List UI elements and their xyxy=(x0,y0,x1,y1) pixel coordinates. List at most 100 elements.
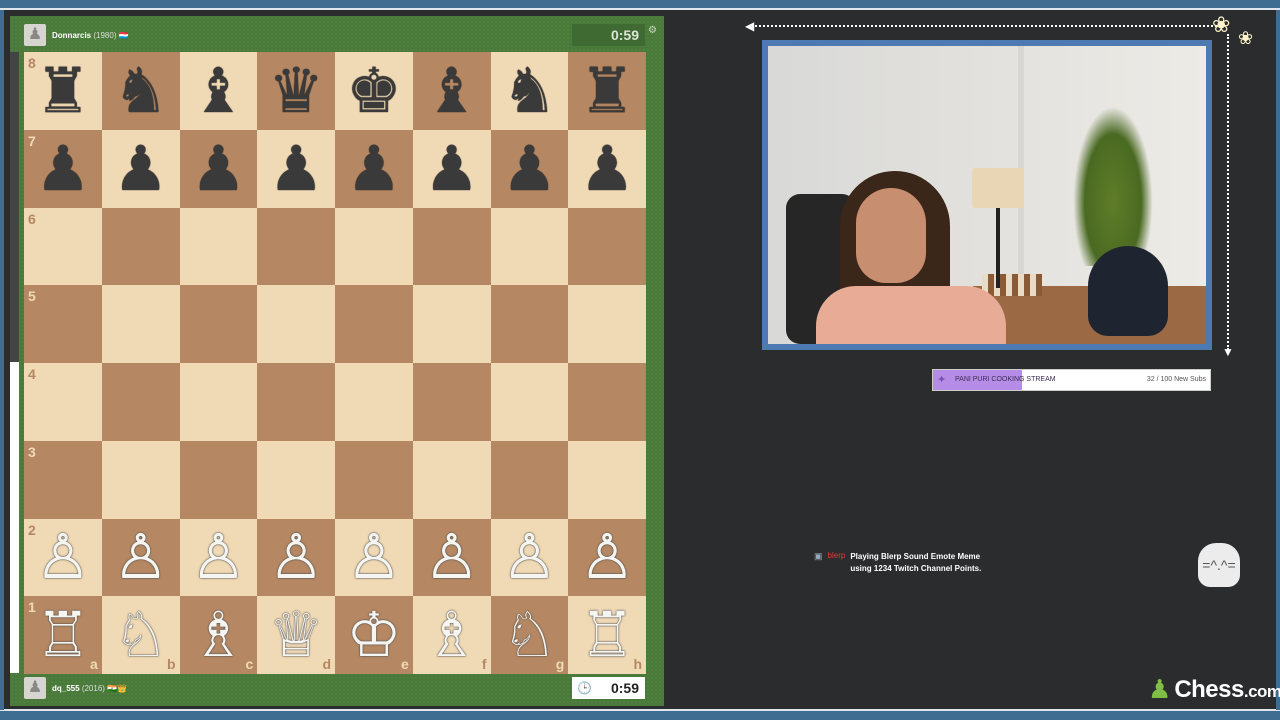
white-piece-icon[interactable]: ♙ xyxy=(268,526,324,588)
square-f3[interactable] xyxy=(412,440,491,519)
white-piece-icon[interactable]: ♙ xyxy=(346,526,402,588)
black-piece-icon[interactable]: ♛ xyxy=(268,59,324,122)
square-b8[interactable]: ♞ xyxy=(101,52,180,130)
black-piece-icon[interactable]: ♚ xyxy=(346,59,402,122)
square-a7[interactable]: 7 ♟ xyxy=(24,129,102,208)
square-d5[interactable] xyxy=(257,285,335,363)
square-d4[interactable] xyxy=(257,363,335,441)
white-piece-icon[interactable]: ♔ xyxy=(346,604,402,666)
square-b5[interactable] xyxy=(101,285,180,363)
square-f8[interactable]: ♝ xyxy=(412,52,491,130)
square-h4[interactable] xyxy=(568,363,646,441)
square-g2[interactable]: ♙ xyxy=(490,518,569,597)
square-d1[interactable]: d ♕ xyxy=(257,596,335,674)
gear-icon[interactable]: ⚙ xyxy=(648,25,657,36)
square-c6[interactable] xyxy=(179,207,258,286)
square-c2[interactable]: ♙ xyxy=(179,518,258,597)
square-f4[interactable] xyxy=(412,363,491,441)
square-g4[interactable] xyxy=(490,363,569,441)
square-f2[interactable]: ♙ xyxy=(412,518,491,597)
square-h8[interactable]: ♜ xyxy=(568,52,646,130)
white-piece-icon[interactable]: ♖ xyxy=(35,604,91,666)
white-piece-icon[interactable]: ♙ xyxy=(191,526,247,588)
white-piece-icon[interactable]: ♘ xyxy=(113,604,169,666)
square-b6[interactable] xyxy=(101,207,180,286)
pawn-avatar-icon[interactable]: ♟ xyxy=(24,677,46,699)
square-f1[interactable]: f ♗ xyxy=(412,596,491,674)
square-a3[interactable]: 3 xyxy=(24,440,102,519)
square-d2[interactable]: ♙ xyxy=(257,518,335,597)
white-piece-icon[interactable]: ♗ xyxy=(424,604,480,666)
bottom-player-name[interactable]: dq_555 (2016) 🇮🇳👑 xyxy=(52,684,127,693)
square-h1[interactable]: h ♖ xyxy=(568,596,646,674)
square-a5[interactable]: 5 xyxy=(24,285,102,363)
white-piece-icon[interactable]: ♘ xyxy=(502,604,558,666)
square-b1[interactable]: b ♘ xyxy=(101,596,180,674)
square-a8[interactable]: 8 ♜ xyxy=(24,52,102,130)
black-piece-icon[interactable]: ♟ xyxy=(579,137,635,200)
white-piece-icon[interactable]: ♙ xyxy=(579,526,635,588)
square-c3[interactable] xyxy=(179,440,258,519)
square-h5[interactable] xyxy=(568,285,646,363)
square-c7[interactable]: ♟ xyxy=(179,129,258,208)
black-piece-icon[interactable]: ♟ xyxy=(502,137,558,200)
white-piece-icon[interactable]: ♕ xyxy=(268,604,324,666)
square-e8[interactable]: ♚ xyxy=(335,52,413,130)
chess-board[interactable]: 8 ♜ ♞ ♝ ♛ ♚ ♝ ♞ ♜ 7 ♟ ♟ ♟ ♟ ♟ ♟ ♟ ♟ 6 5 4 3 2 ♙ ♙ ♙ ♙ ♙ ♙ ♙ ♙ 1 a ♖ b ♘ c ♗ d ♕… xyxy=(24,52,646,674)
square-e5[interactable] xyxy=(335,285,413,363)
black-piece-icon[interactable]: ♞ xyxy=(113,59,169,122)
square-f6[interactable] xyxy=(412,207,491,286)
white-piece-icon[interactable]: ♙ xyxy=(113,526,169,588)
square-b7[interactable]: ♟ xyxy=(101,129,180,208)
black-piece-icon[interactable]: ♞ xyxy=(502,59,558,122)
square-g7[interactable]: ♟ xyxy=(490,129,569,208)
square-g8[interactable]: ♞ xyxy=(490,52,569,130)
square-c8[interactable]: ♝ xyxy=(179,52,258,130)
square-g3[interactable] xyxy=(490,440,569,519)
black-piece-icon[interactable]: ♟ xyxy=(346,137,402,200)
square-f5[interactable] xyxy=(412,285,491,363)
white-piece-icon[interactable]: ♙ xyxy=(424,526,480,588)
top-player-name[interactable]: Donnarcis (1980) 🇱🇺 xyxy=(52,31,129,40)
white-piece-icon[interactable]: ♖ xyxy=(579,604,635,666)
black-piece-icon[interactable]: ♟ xyxy=(424,137,480,200)
square-b3[interactable] xyxy=(101,440,180,519)
white-piece-icon[interactable]: ♗ xyxy=(191,604,247,666)
square-a1[interactable]: 1 a ♖ xyxy=(24,596,102,674)
square-d3[interactable] xyxy=(257,440,335,519)
square-e7[interactable]: ♟ xyxy=(335,129,413,208)
square-d8[interactable]: ♛ xyxy=(257,52,335,130)
square-f7[interactable]: ♟ xyxy=(412,129,491,208)
square-e1[interactable]: e ♔ xyxy=(335,596,413,674)
square-c5[interactable] xyxy=(179,285,258,363)
black-piece-icon[interactable]: ♝ xyxy=(191,59,247,122)
square-d6[interactable] xyxy=(257,207,335,286)
square-c4[interactable] xyxy=(179,363,258,441)
square-d7[interactable]: ♟ xyxy=(257,129,335,208)
pawn-avatar-icon[interactable]: ♟ xyxy=(24,24,46,46)
square-a2[interactable]: 2 ♙ xyxy=(24,518,102,597)
square-h7[interactable]: ♟ xyxy=(568,129,646,208)
square-a6[interactable]: 6 xyxy=(24,207,102,286)
square-g6[interactable] xyxy=(490,207,569,286)
square-h6[interactable] xyxy=(568,207,646,286)
black-piece-icon[interactable]: ♜ xyxy=(35,59,91,122)
black-piece-icon[interactable]: ♜ xyxy=(579,59,635,122)
square-h2[interactable]: ♙ xyxy=(568,518,646,597)
square-h3[interactable] xyxy=(568,440,646,519)
square-e4[interactable] xyxy=(335,363,413,441)
square-e6[interactable] xyxy=(335,207,413,286)
black-piece-icon[interactable]: ♟ xyxy=(191,137,247,200)
square-e3[interactable] xyxy=(335,440,413,519)
bottom-player-username[interactable]: dq_555 xyxy=(52,684,80,693)
black-piece-icon[interactable]: ♟ xyxy=(268,137,324,200)
square-b2[interactable]: ♙ xyxy=(101,518,180,597)
square-c1[interactable]: c ♗ xyxy=(179,596,258,674)
white-piece-icon[interactable]: ♙ xyxy=(35,526,91,588)
square-g1[interactable]: g ♘ xyxy=(490,596,569,674)
white-piece-icon[interactable]: ♙ xyxy=(502,526,558,588)
square-b4[interactable] xyxy=(101,363,180,441)
square-a4[interactable]: 4 xyxy=(24,363,102,441)
black-piece-icon[interactable]: ♟ xyxy=(113,137,169,200)
black-piece-icon[interactable]: ♝ xyxy=(424,59,480,122)
